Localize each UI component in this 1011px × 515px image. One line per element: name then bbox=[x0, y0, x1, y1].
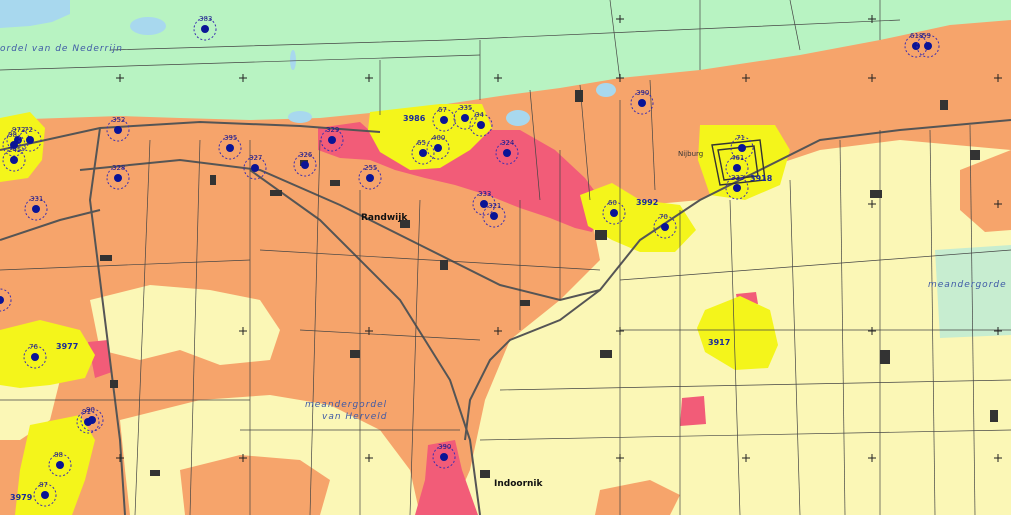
zone-code-label: 3918 bbox=[750, 174, 773, 183]
site-number-label: 333 bbox=[478, 190, 492, 198]
site-marker[interactable] bbox=[10, 156, 18, 164]
map-layer bbox=[0, 0, 1011, 515]
site-marker[interactable] bbox=[419, 149, 427, 157]
water-body bbox=[506, 110, 530, 126]
site-marker[interactable] bbox=[226, 144, 234, 152]
site-number-label: 395 bbox=[224, 134, 238, 142]
map-canvas[interactable]: ordel van de Nederrijn meandergordel van… bbox=[0, 0, 1011, 515]
zone-code-label: 3977 bbox=[56, 342, 79, 351]
site-marker[interactable] bbox=[434, 144, 442, 152]
site-number-label: 321 bbox=[488, 202, 502, 210]
site-marker[interactable] bbox=[84, 418, 92, 426]
site-number-label: 71 bbox=[736, 134, 745, 142]
site-number-label: 38 bbox=[8, 131, 17, 139]
area-label-nederrijn: ordel van de Nederrijn bbox=[0, 44, 123, 54]
site-number-label: 65 bbox=[417, 139, 426, 147]
site-number-label: 60 bbox=[608, 199, 617, 207]
site-number-label: 400 bbox=[432, 134, 446, 142]
site-marker[interactable] bbox=[503, 149, 511, 157]
site-number-label: 461 bbox=[731, 154, 745, 162]
area-label-herveld-1: meandergordel bbox=[305, 400, 388, 410]
site-number-label: 329 bbox=[326, 126, 340, 134]
site-number-label: 67 bbox=[438, 106, 447, 114]
meadow-zone bbox=[935, 245, 1011, 338]
site-number-label: 88 bbox=[54, 451, 63, 459]
site-marker[interactable] bbox=[610, 209, 618, 217]
area-label-herveld-2: van Herveld bbox=[322, 412, 388, 422]
site-marker[interactable] bbox=[31, 353, 39, 361]
place-label-randwijk[interactable]: Randwijk bbox=[361, 213, 407, 223]
site-number-label: 331 bbox=[30, 195, 44, 203]
site-marker[interactable] bbox=[638, 99, 646, 107]
zone-code-label: 3979 bbox=[10, 493, 33, 502]
site-marker[interactable] bbox=[440, 116, 448, 124]
site-number-label: 327 bbox=[249, 154, 263, 162]
site-number-label: 383 bbox=[199, 15, 213, 23]
site-number-label: 324 bbox=[501, 139, 515, 147]
site-number-label: 390 bbox=[438, 443, 452, 451]
site-number-label: 72 bbox=[24, 126, 33, 134]
site-marker[interactable] bbox=[661, 223, 669, 231]
site-number-label: 59 bbox=[922, 32, 931, 40]
site-number-label: 245 bbox=[8, 146, 22, 154]
site-number-label: 328 bbox=[112, 164, 126, 172]
zone-code-label: 3992 bbox=[636, 198, 659, 207]
site-marker[interactable] bbox=[924, 42, 932, 50]
site-number-label: 91 bbox=[82, 408, 91, 416]
site-number-label: 333 bbox=[731, 174, 745, 182]
site-marker[interactable] bbox=[251, 164, 259, 172]
site-marker[interactable] bbox=[440, 453, 448, 461]
site-marker[interactable] bbox=[366, 174, 374, 182]
site-marker[interactable] bbox=[301, 161, 309, 169]
site-marker[interactable] bbox=[26, 136, 34, 144]
site-number-label: 335 bbox=[459, 104, 473, 112]
water-body bbox=[288, 111, 312, 123]
site-marker[interactable] bbox=[328, 136, 336, 144]
site-marker[interactable] bbox=[490, 212, 498, 220]
site-marker[interactable] bbox=[114, 174, 122, 182]
site-marker[interactable] bbox=[477, 121, 485, 129]
site-number-label: 352 bbox=[112, 116, 126, 124]
site-marker[interactable] bbox=[32, 205, 40, 213]
place-label-nijburg[interactable]: Nijburg bbox=[678, 150, 703, 158]
site-number-label: 87 bbox=[39, 481, 48, 489]
very-high-expectation-zone bbox=[680, 396, 706, 426]
site-marker[interactable] bbox=[480, 200, 488, 208]
site-marker[interactable] bbox=[41, 491, 49, 499]
site-marker[interactable] bbox=[201, 25, 209, 33]
site-marker[interactable] bbox=[912, 42, 920, 50]
area-label-right: meandergorde bbox=[928, 280, 1007, 290]
site-marker[interactable] bbox=[733, 164, 741, 172]
site-number-label: 76 bbox=[29, 343, 38, 351]
zone-code-label: 3986 bbox=[403, 114, 426, 123]
place-label-indoornik[interactable]: Indoornik bbox=[494, 479, 542, 489]
site-number-label: 255 bbox=[364, 164, 378, 172]
site-number-label: 326 bbox=[299, 151, 313, 159]
site-marker[interactable] bbox=[738, 144, 746, 152]
water-body bbox=[290, 50, 296, 70]
site-number-label: 34 bbox=[475, 111, 484, 119]
site-marker[interactable] bbox=[733, 184, 741, 192]
site-number-label: 70 bbox=[659, 213, 668, 221]
site-marker[interactable] bbox=[114, 126, 122, 134]
zone-code-label: 3917 bbox=[708, 338, 731, 347]
site-number-label: 390 bbox=[636, 89, 650, 97]
water-body bbox=[130, 17, 166, 35]
water-body bbox=[596, 83, 616, 97]
site-marker[interactable] bbox=[461, 114, 469, 122]
site-marker[interactable] bbox=[56, 461, 64, 469]
